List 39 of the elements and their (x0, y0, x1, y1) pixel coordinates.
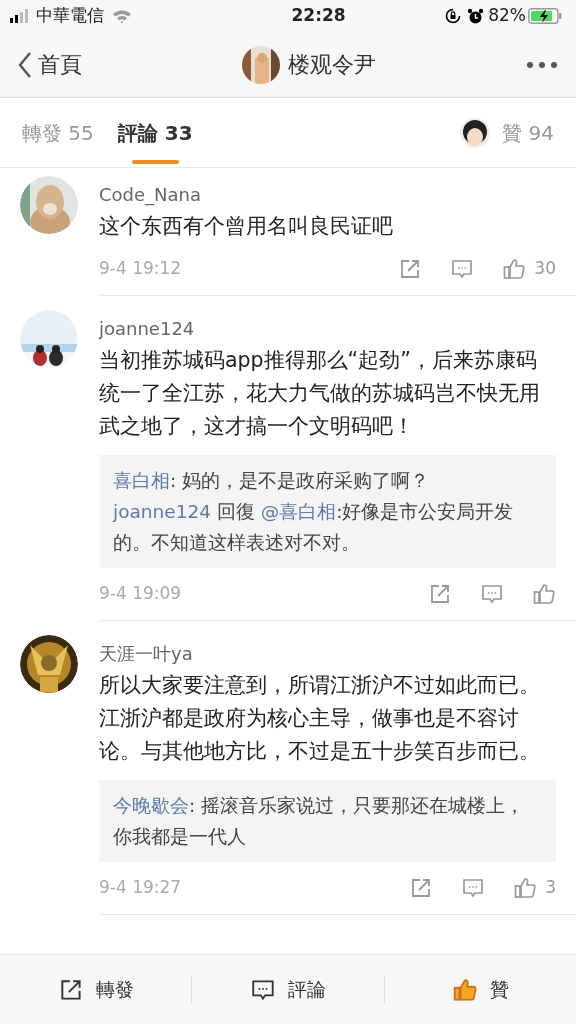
page-title: 楼观令尹 (288, 51, 376, 79)
like-button[interactable]: 贊 (384, 954, 576, 1024)
repost-button[interactable]: 轉發 (0, 954, 192, 1024)
comment-text: 这个东西有个曾用名叫良民证吧 (99, 213, 394, 240)
back-button[interactable]: 首頁 (18, 48, 82, 81)
timestamp: 9-4 19:12 (99, 257, 182, 281)
battery-percent: 82% (488, 4, 526, 28)
comment-text: 所以大家要注意到，所谓江浙沪不过如此而已。江浙沪都是政府为核心主导，做事也是不容讨论。与其他地方比，不过是五十步笑百步而已。 (99, 672, 541, 765)
rotation-lock-icon (445, 8, 462, 24)
like-button[interactable] (532, 582, 556, 606)
reply-text: joanne124 回復 @喜白相:好像是市公安局开发的。不知道这样表述对不对。 (113, 500, 515, 555)
user-link[interactable]: 今晚歇会 (113, 795, 189, 816)
tab[interactable]: 轉發 55 (22, 97, 94, 168)
thumbs-up-icon (532, 582, 556, 606)
username[interactable]: Code_Nana (99, 180, 201, 210)
user-link[interactable]: joanne124 (113, 501, 211, 522)
reply-text: 喜白相: 妈的，是不是政府采购了啊？ (113, 469, 431, 493)
mention-link[interactable]: @喜白相 (260, 501, 337, 522)
thumbs-up-icon (502, 257, 527, 281)
more-icon (526, 61, 558, 69)
timestamp: 9-4 19:09 (99, 582, 182, 606)
carrier-name: 中華電信 (36, 4, 104, 28)
reply-text: 今晚歇会: 摇滚音乐家说过，只要那还在城楼上，你我都是一代人 (113, 794, 526, 849)
tab[interactable]: 評論 33 (117, 97, 193, 168)
user-link[interactable]: 喜白相 (113, 470, 170, 491)
back-chevron-icon (18, 50, 32, 79)
alarm-icon (467, 7, 485, 25)
comment-text: 当初推苏城码app推得那么“起劲”，后来苏康码统一了全江苏，花大力气做的苏城码岂不快无用武之地了，这才搞一个文明码吧！ (99, 347, 541, 440)
thumbs-up-icon (513, 876, 538, 900)
username[interactable]: joanne124 (99, 314, 195, 344)
username[interactable]: 天涯一叶ya (99, 639, 193, 669)
battery-icon (528, 8, 562, 24)
clock-time: 22:28 (290, 4, 346, 28)
comment-button[interactable]: 評論 (192, 954, 384, 1024)
like-button[interactable]: 30 (502, 256, 556, 282)
tab[interactable]: 贊 94 (460, 97, 554, 168)
timestamp: 9-4 19:27 (99, 876, 182, 900)
wifi-icon (112, 8, 132, 24)
like-button[interactable]: 3 (513, 875, 556, 901)
